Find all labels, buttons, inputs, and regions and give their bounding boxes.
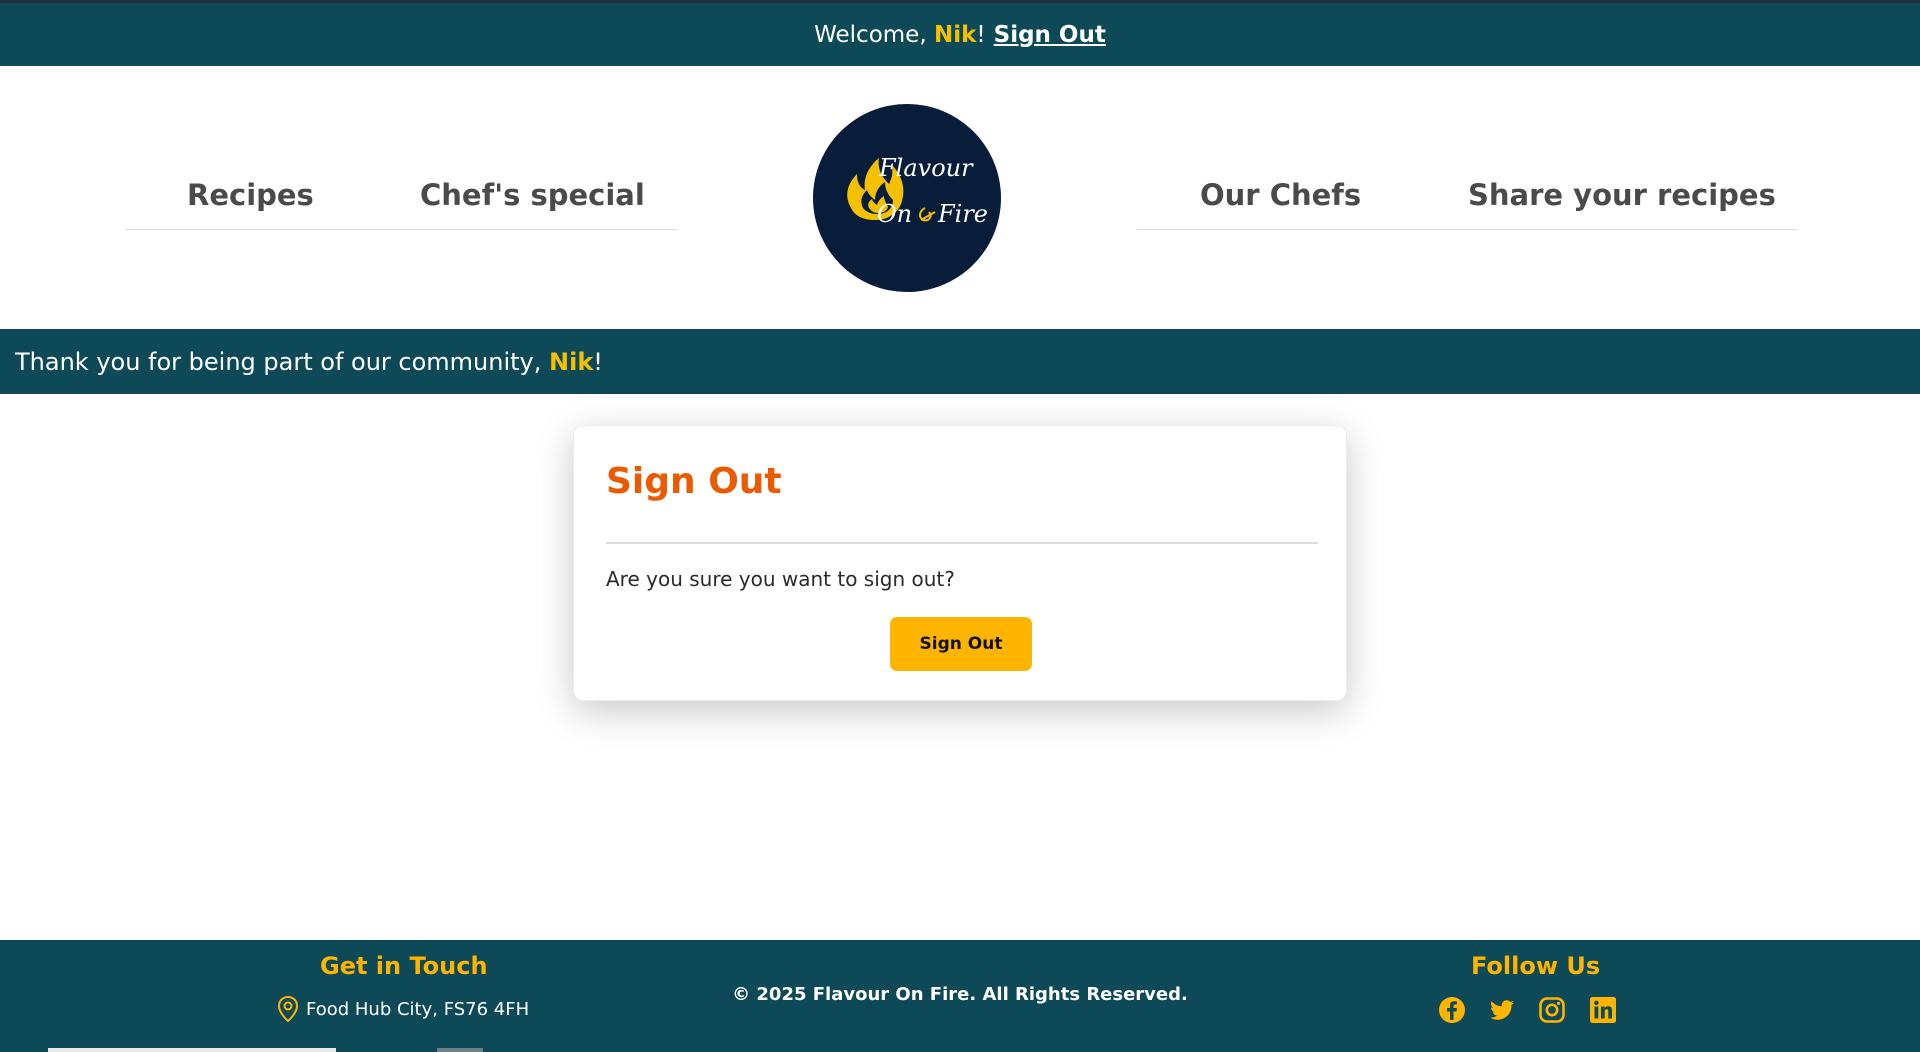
logo-text-on: On bbox=[877, 200, 913, 228]
site-logo[interactable]: Flavour On Fire bbox=[813, 104, 1001, 292]
signout-button[interactable]: Sign Out bbox=[890, 617, 1032, 671]
signout-link[interactable]: Sign Out bbox=[994, 22, 1106, 48]
card-title: Sign Out bbox=[606, 461, 782, 502]
banner-text: Thank you for being part of our communit… bbox=[15, 347, 550, 376]
nav-right: Our Chefs Share your recipes bbox=[1137, 170, 1797, 230]
community-banner: Thank you for being part of our communit… bbox=[0, 329, 1920, 394]
banner-exclaim: ! bbox=[593, 347, 603, 376]
welcome-username: Nik bbox=[933, 21, 977, 48]
contact-heading: Get in Touch bbox=[320, 952, 488, 980]
card-divider bbox=[606, 542, 1318, 544]
copyright-text: © 2025 Flavour On Fire. All Rights Reser… bbox=[732, 984, 1188, 1005]
footer-strip bbox=[48, 1048, 336, 1052]
nav-item-chefs-special[interactable]: Chef's special bbox=[420, 178, 645, 212]
welcome-exclaim: ! bbox=[976, 21, 986, 48]
nav-left: Recipes Chef's special bbox=[125, 170, 677, 230]
site-footer: Get in Touch Food Hub City, FS76 4FH © 2… bbox=[0, 940, 1920, 1052]
linkedin-icon[interactable] bbox=[1589, 996, 1617, 1024]
nav-item-share-recipes[interactable]: Share your recipes bbox=[1468, 178, 1776, 212]
banner-username: Nik bbox=[549, 347, 594, 376]
instagram-icon[interactable] bbox=[1538, 996, 1566, 1024]
nav-item-our-chefs[interactable]: Our Chefs bbox=[1200, 178, 1361, 212]
signout-card: Sign Out Are you sure you want to sign o… bbox=[573, 425, 1347, 701]
facebook-icon[interactable] bbox=[1438, 996, 1466, 1024]
welcome-bar: Welcome, Nik ! Sign Out bbox=[0, 0, 1920, 66]
flame-icon bbox=[847, 158, 936, 222]
logo-text-flavour: Flavour bbox=[879, 154, 973, 182]
logo-text-fire: Fire bbox=[938, 200, 989, 228]
welcome-prefix: Welcome, bbox=[814, 21, 934, 48]
signout-confirm-message: Are you sure you want to sign out? bbox=[606, 567, 955, 591]
twitter-icon[interactable] bbox=[1488, 996, 1516, 1024]
follow-heading: Follow Us bbox=[1471, 952, 1601, 980]
site-header: Recipes Chef's special Flavour On Fire O… bbox=[0, 66, 1920, 329]
nav-item-recipes[interactable]: Recipes bbox=[187, 178, 314, 212]
footer-strip bbox=[437, 1048, 483, 1052]
